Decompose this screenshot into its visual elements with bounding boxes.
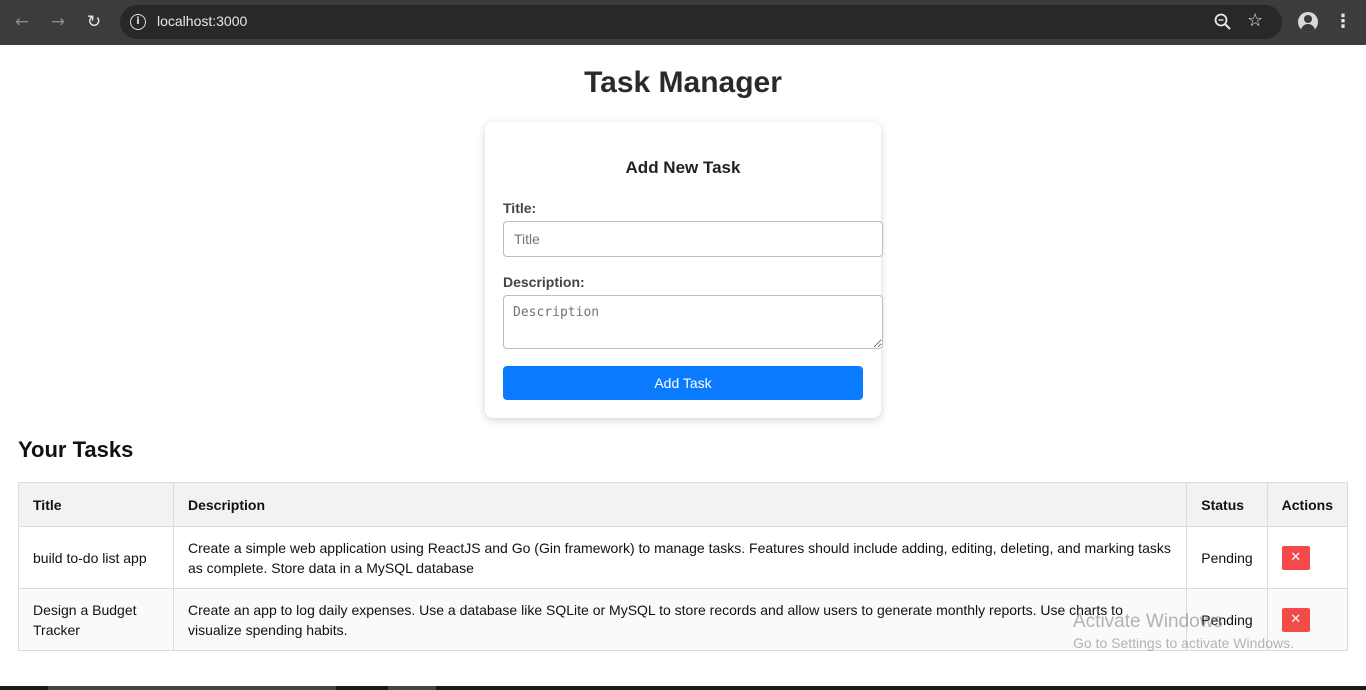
arrow-left-icon: ←	[14, 12, 30, 32]
tasks-heading: Your Tasks	[18, 437, 134, 462]
table-row: build to-do list app Create a simple web…	[18, 526, 1349, 589]
description-input[interactable]	[503, 295, 883, 349]
task-title: build to-do list app	[18, 526, 174, 589]
task-status: Pending	[1186, 588, 1268, 651]
add-task-button[interactable]: Add Task	[503, 366, 863, 400]
url-text[interactable]: localhost:3000	[157, 13, 247, 29]
taskbar-edge	[0, 686, 1366, 690]
address-bar[interactable]: i localhost:3000 ☆	[120, 5, 1282, 39]
tasks-table: Title Description Status Actions build t…	[18, 482, 1349, 651]
task-title: Design a Budget Tracker	[18, 588, 174, 651]
column-header-description: Description	[172, 482, 1188, 527]
task-description: Create an app to log daily expenses. Use…	[172, 588, 1188, 651]
page-title: Task Manager	[584, 66, 782, 99]
task-description: Create a simple web application using Re…	[172, 526, 1188, 589]
info-icon[interactable]: i	[130, 14, 146, 30]
reload-button[interactable]: ↻	[76, 4, 112, 40]
table-header-row: Title Description Status Actions	[18, 482, 1349, 527]
avatar[interactable]	[1298, 12, 1318, 32]
description-label: Description:	[503, 274, 585, 290]
reload-icon: ↻	[86, 12, 102, 32]
forward-button[interactable]: →	[40, 4, 76, 40]
kebab-menu-icon[interactable]: ⋮	[1334, 10, 1352, 34]
browser-toolbar: ← → ↻ i localhost:3000 ☆ ⋮	[0, 0, 1366, 45]
star-icon[interactable]: ☆	[1247, 10, 1263, 31]
zoom-icon[interactable]	[1212, 11, 1234, 33]
title-label: Title:	[503, 200, 537, 216]
delete-task-button[interactable]: ✕	[1281, 545, 1310, 570]
table-row: Design a Budget Tracker Create an app to…	[18, 588, 1349, 651]
task-status: Pending	[1186, 526, 1268, 589]
form-heading: Add New Task	[625, 158, 741, 177]
back-button[interactable]: ←	[4, 4, 40, 40]
arrow-right-icon: →	[50, 12, 66, 32]
task-actions: ✕	[1266, 588, 1349, 651]
column-header-actions: Actions	[1266, 482, 1349, 527]
delete-task-button[interactable]: ✕	[1281, 607, 1310, 632]
title-input[interactable]	[503, 221, 883, 257]
column-header-title: Title	[18, 482, 174, 527]
add-task-form: Add New Task Title: Description: Add Tas…	[485, 122, 883, 418]
task-actions: ✕	[1266, 526, 1349, 589]
column-header-status: Status	[1186, 482, 1268, 527]
